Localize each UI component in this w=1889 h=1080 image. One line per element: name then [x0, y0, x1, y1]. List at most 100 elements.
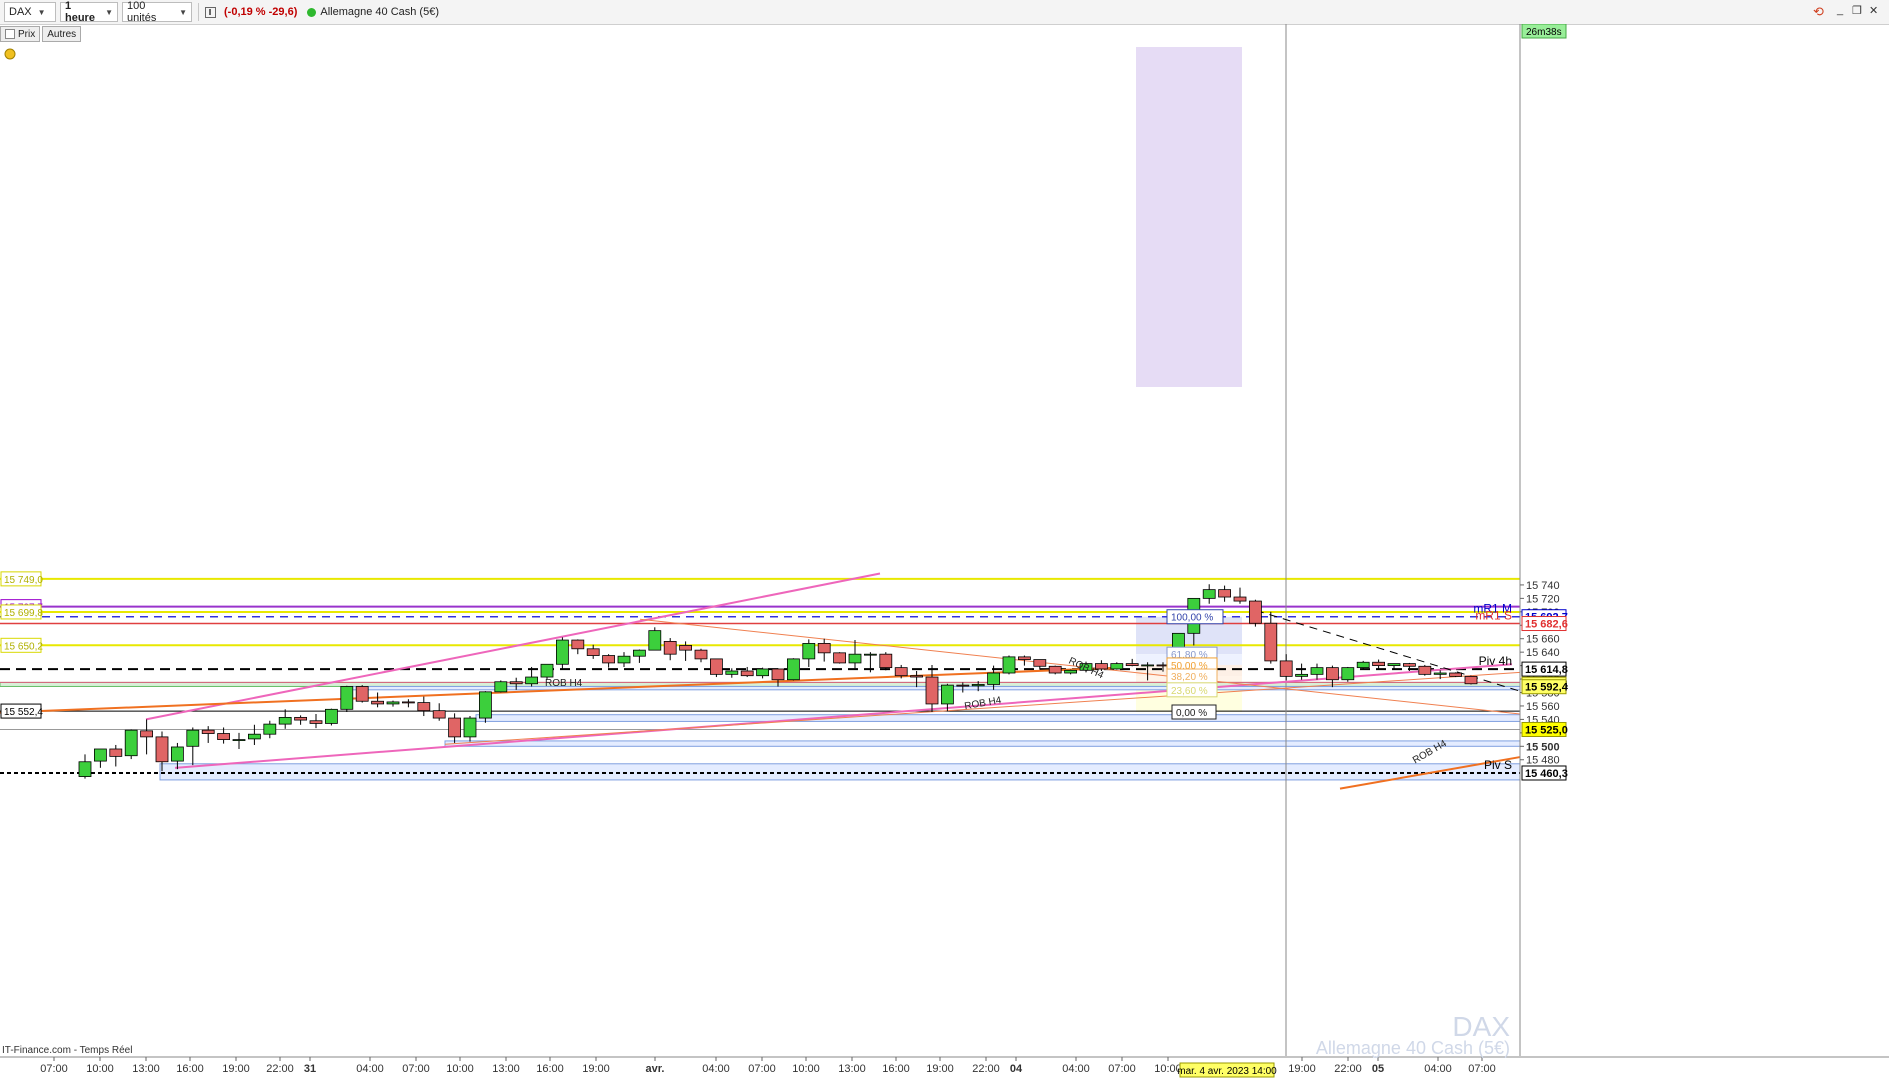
candle [309, 720, 323, 724]
price-tick-label: 15 720 [1526, 593, 1560, 605]
candle [170, 746, 184, 762]
candle [1264, 622, 1278, 662]
time-tick-label: 22:00 [266, 1063, 294, 1075]
left-price-tag-label: 15 749,0 [4, 575, 43, 586]
candle [694, 649, 708, 660]
candle [663, 641, 677, 655]
candle [1295, 673, 1308, 677]
candle [910, 675, 923, 678]
candle [787, 658, 800, 681]
time-tick-label: 19:00 [926, 1063, 954, 1075]
candle [756, 668, 769, 677]
data-source-label: IT-Finance.com - Temps Réel [2, 1045, 132, 1056]
candle [1233, 596, 1247, 602]
time-tick-label: 07:00 [402, 1063, 430, 1075]
zone-box [444, 740, 1521, 747]
time-tick-label: 19:00 [1288, 1063, 1316, 1075]
candle [971, 684, 985, 687]
time-tick-label: 22:00 [1334, 1063, 1362, 1075]
time-tick-label: 10:00 [792, 1063, 820, 1075]
time-tick-label: 16:00 [882, 1063, 910, 1075]
candle [941, 684, 954, 705]
time-tick-label: 04:00 [1424, 1063, 1452, 1075]
restore-icon[interactable]: ❐ [1852, 4, 1862, 17]
close-icon[interactable]: ✕ [1869, 4, 1878, 17]
candle [140, 730, 154, 738]
fib-level-label: 0,00 % [1176, 708, 1207, 719]
candle [124, 729, 138, 757]
time-tick-label: 16:00 [536, 1063, 564, 1075]
timeframe-select-value: 1 heure [65, 0, 95, 24]
time-tick-label: 04:00 [1062, 1063, 1090, 1075]
info-icon[interactable] [205, 6, 216, 18]
candle [1387, 663, 1401, 667]
left-price-tag-label: 15 650,2 [4, 641, 43, 652]
candle [1125, 663, 1139, 667]
left-price-tag-label: 15 552,4 [4, 707, 43, 718]
candle [679, 645, 692, 651]
candle [802, 643, 816, 660]
candle [1064, 669, 1077, 674]
time-tick-label: 04 [1010, 1063, 1023, 1075]
time-tick-label: 19:00 [582, 1063, 610, 1075]
candle [355, 686, 369, 702]
candle [1418, 665, 1432, 675]
chart-canvas[interactable]: ROB H4ROB H4ROB H4ROB H4100,00 %61,80 %5… [0, 24, 1889, 1080]
time-tick-label: 22:00 [972, 1063, 1000, 1075]
candle [848, 653, 862, 664]
candle [602, 655, 615, 664]
candle [324, 708, 338, 724]
price-axis-tag-label: 15 682,6 [1525, 619, 1568, 631]
candle [648, 630, 662, 651]
pivot-label: mR1 S [1475, 609, 1512, 623]
candle [833, 652, 846, 664]
price-axis-tag-label: 15 614,8 [1525, 664, 1568, 676]
candle [78, 761, 92, 777]
candle [494, 681, 508, 693]
chevron-down-icon: ▼ [105, 7, 113, 17]
time-tick-label: 13:00 [492, 1063, 520, 1075]
candle [1279, 660, 1293, 677]
candle [725, 670, 739, 675]
time-tick-label: 05 [1372, 1063, 1384, 1075]
refresh-icon[interactable]: ⟲ [1813, 4, 1824, 20]
trend-line [1255, 609, 1521, 692]
price-chart[interactable]: ROB H4 ROB H4 ROB H4 ROB H4 100,00 % 61,80 % 5… [0, 24, 1889, 1080]
candle [525, 676, 538, 685]
time-tick-label: 04:00 [702, 1063, 730, 1075]
watermark-name: Allemagne 40 Cash (5€) [1316, 1038, 1510, 1058]
time-tick-label: 07:00 [748, 1063, 776, 1075]
candle [556, 639, 569, 665]
crosshair-date-label: mar. 4 avr. 2023 14:00 [1177, 1066, 1277, 1077]
candle [1356, 661, 1370, 669]
minimize-icon[interactable]: _ [1837, 4, 1843, 16]
candle [740, 670, 754, 677]
candle [478, 691, 492, 719]
price-tick-label: 15 560 [1526, 701, 1560, 713]
candle [894, 667, 908, 677]
candle [263, 723, 277, 735]
time-tick-label: 07:00 [1468, 1063, 1496, 1075]
candle [201, 729, 215, 734]
time-tick-label: 16:00 [176, 1063, 204, 1075]
units-select-value: 100 unités [127, 0, 157, 24]
left-price-tag-label: 15 699,8 [4, 608, 43, 619]
rob-h4-label: ROB H4 [545, 678, 583, 689]
fib-level-label: 38,20 % [1171, 672, 1208, 683]
instrument-select[interactable]: DAX ▼ [4, 2, 56, 22]
candle [1018, 656, 1031, 660]
countdown-label: 26m38s [1526, 27, 1562, 38]
price-axis-tag-label: 15 460,3 [1525, 768, 1568, 780]
candle [1326, 667, 1339, 681]
units-select[interactable]: 100 unités ▼ [122, 0, 192, 24]
candle [401, 701, 415, 704]
candle [710, 658, 723, 675]
timeframe-select[interactable]: 1 heure ▼ [60, 0, 118, 24]
pivot-label: Piv S [1484, 758, 1512, 772]
time-tick-label: 10:00 [86, 1063, 114, 1075]
candle [987, 672, 1000, 685]
time-tick-label: 13:00 [838, 1063, 866, 1075]
candle [864, 653, 877, 656]
candle [925, 676, 939, 705]
candle [540, 663, 554, 678]
